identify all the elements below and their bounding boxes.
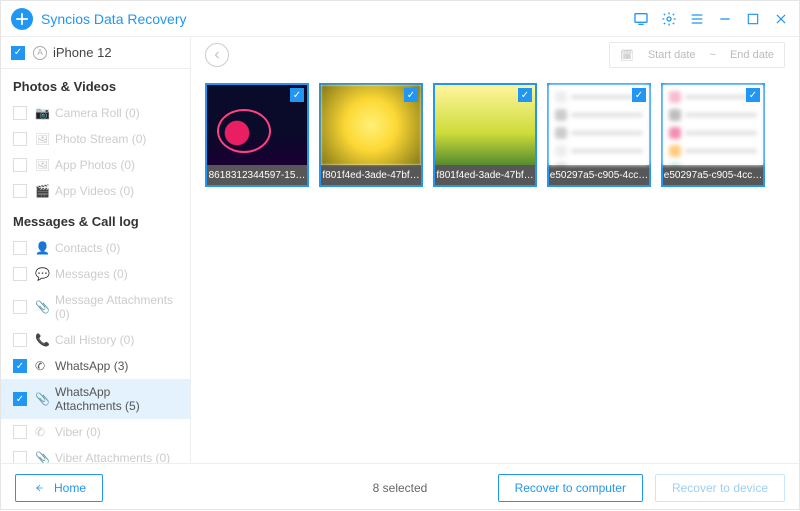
maximize-icon[interactable] — [745, 11, 761, 27]
thumbnail[interactable]: 8618312344597-15… ✓ — [205, 83, 309, 187]
category-icon: 🖼 — [35, 158, 49, 172]
sidebar-item-checkbox[interactable] — [13, 267, 27, 281]
thumbnail-check-icon[interactable]: ✓ — [746, 88, 760, 102]
footer: Home 8 selected Recover to computer Reco… — [1, 463, 799, 511]
home-button[interactable]: Home — [15, 474, 103, 502]
calendar-icon: 🗓 — [620, 49, 634, 62]
sidebar-item-checkbox[interactable] — [13, 184, 27, 198]
thumbnail-caption: e50297a5-c905-4cc… — [549, 165, 649, 185]
thumbnail[interactable]: e50297a5-c905-4cc… ✓ — [661, 83, 765, 187]
recover-device-button: Recover to device — [655, 474, 785, 502]
sidebar-item[interactable]: 🎬 App Videos (0) — [1, 178, 190, 204]
sidebar-item[interactable]: 📞 Call History (0) — [1, 327, 190, 353]
device-row[interactable]: ✓ A iPhone 12 — [1, 37, 190, 69]
sidebar-item-label: WhatsApp (3) — [55, 359, 128, 373]
sidebar-item-checkbox[interactable] — [13, 451, 27, 463]
category-icon: 📎 — [35, 392, 49, 406]
sidebar-item-checkbox[interactable]: ✓ — [13, 392, 27, 406]
minimize-icon[interactable] — [717, 11, 733, 27]
sidebar-item-label: Viber Attachments (0) — [55, 451, 170, 463]
thumbnail-check-icon[interactable]: ✓ — [290, 88, 304, 102]
sidebar-item-checkbox[interactable] — [13, 300, 27, 314]
sidebar-item[interactable]: 📎 Message Attachments (0) — [1, 287, 190, 327]
thumbnail[interactable]: f801f4ed-3ade-47bf… ✓ — [319, 83, 423, 187]
close-icon[interactable] — [773, 11, 789, 27]
sidebar-item[interactable]: 👤 Contacts (0) — [1, 235, 190, 261]
sidebar-item-checkbox[interactable] — [13, 241, 27, 255]
sidebar-item[interactable]: ✆ Viber (0) — [1, 419, 190, 445]
titlebar: Syncios Data Recovery — [1, 1, 799, 37]
sidebar: ✓ A iPhone 12 Photos & Videos 📷 Camera Rol… — [1, 37, 191, 463]
category-icon: 🎬 — [35, 184, 49, 198]
device-name: iPhone 12 — [53, 45, 112, 60]
thumbnail[interactable]: e50297a5-c905-4cc… ✓ — [547, 83, 651, 187]
thumbnail-caption: f801f4ed-3ade-47bf… — [435, 165, 535, 185]
menu-icon[interactable] — [689, 11, 705, 27]
device-checkbox[interactable]: ✓ — [11, 46, 25, 60]
app-title: Syncios Data Recovery — [41, 11, 187, 27]
selection-status: 8 selected — [373, 481, 428, 495]
sidebar-item-label: WhatsApp Attachments (5) — [55, 385, 178, 413]
gear-icon[interactable] — [661, 11, 677, 27]
sidebar-item-label: App Videos (0) — [55, 184, 134, 198]
sidebar-item[interactable]: ✓ 📎 WhatsApp Attachments (5) — [1, 379, 190, 419]
end-date: End date — [730, 49, 774, 61]
sidebar-item-checkbox[interactable] — [13, 106, 27, 120]
sidebar-item-checkbox[interactable]: ✓ — [13, 359, 27, 373]
category-icon: ✆ — [35, 359, 49, 373]
thumbnail-check-icon[interactable]: ✓ — [518, 88, 532, 102]
category-icon: 👤 — [35, 241, 49, 255]
thumbnail-check-icon[interactable]: ✓ — [404, 88, 418, 102]
feedback-icon[interactable] — [633, 11, 649, 27]
sidebar-item-label: Message Attachments (0) — [55, 293, 178, 321]
sidebar-section-header: Photos & Videos — [1, 69, 190, 100]
back-button[interactable] — [205, 43, 229, 67]
thumbnail-grid: 8618312344597-15…✓f801f4ed-3ade-47bf…✓f8… — [191, 73, 799, 197]
category-icon: 🖼 — [35, 132, 49, 146]
thumbnail[interactable]: f801f4ed-3ade-47bf… ✓ — [433, 83, 537, 187]
sidebar-item-label: Viber (0) — [55, 425, 101, 439]
sidebar-item-checkbox[interactable] — [13, 333, 27, 347]
category-icon: 📎 — [35, 451, 49, 463]
thumbnail-caption: 8618312344597-15… — [207, 165, 307, 185]
sidebar-section-header: Messages & Call log — [1, 204, 190, 235]
sidebar-item[interactable]: 📷 Camera Roll (0) — [1, 100, 190, 126]
sidebar-item-checkbox[interactable] — [13, 158, 27, 172]
category-icon: 📎 — [35, 300, 49, 314]
sidebar-item-label: Photo Stream (0) — [55, 132, 146, 146]
start-date: Start date — [648, 49, 696, 61]
device-icon: A — [33, 46, 47, 60]
category-icon: 📷 — [35, 106, 49, 120]
home-label: Home — [54, 481, 86, 495]
sidebar-item-label: Camera Roll (0) — [55, 106, 140, 120]
thumbnail-caption: e50297a5-c905-4cc… — [663, 165, 763, 185]
sidebar-item[interactable]: 💬 Messages (0) — [1, 261, 190, 287]
date-separator: ~ — [710, 49, 716, 61]
sidebar-item-label: Messages (0) — [55, 267, 128, 281]
sidebar-item-label: App Photos (0) — [55, 158, 135, 172]
recover-computer-button[interactable]: Recover to computer — [498, 474, 643, 502]
category-icon: ✆ — [35, 425, 49, 439]
content-pane: 🗓 Start date ~ End date 8618312344597-15… — [191, 37, 799, 463]
category-icon: 💬 — [35, 267, 49, 281]
thumbnail-check-icon[interactable]: ✓ — [632, 88, 646, 102]
thumbnail-caption: f801f4ed-3ade-47bf… — [321, 165, 421, 185]
sidebar-item-checkbox[interactable] — [13, 132, 27, 146]
sidebar-item[interactable]: 🖼 Photo Stream (0) — [1, 126, 190, 152]
sidebar-item[interactable]: ✓ ✆ WhatsApp (3) — [1, 353, 190, 379]
content-toolbar: 🗓 Start date ~ End date — [191, 37, 799, 73]
sidebar-item[interactable]: 📎 Viber Attachments (0) — [1, 445, 190, 463]
sidebar-item-label: Contacts (0) — [55, 241, 120, 255]
sidebar-item-checkbox[interactable] — [13, 425, 27, 439]
sidebar-item[interactable]: 🖼 App Photos (0) — [1, 152, 190, 178]
category-icon: 📞 — [35, 333, 49, 347]
sidebar-item-label: Call History (0) — [55, 333, 134, 347]
app-logo — [11, 8, 33, 30]
date-range-picker[interactable]: 🗓 Start date ~ End date — [609, 42, 785, 68]
